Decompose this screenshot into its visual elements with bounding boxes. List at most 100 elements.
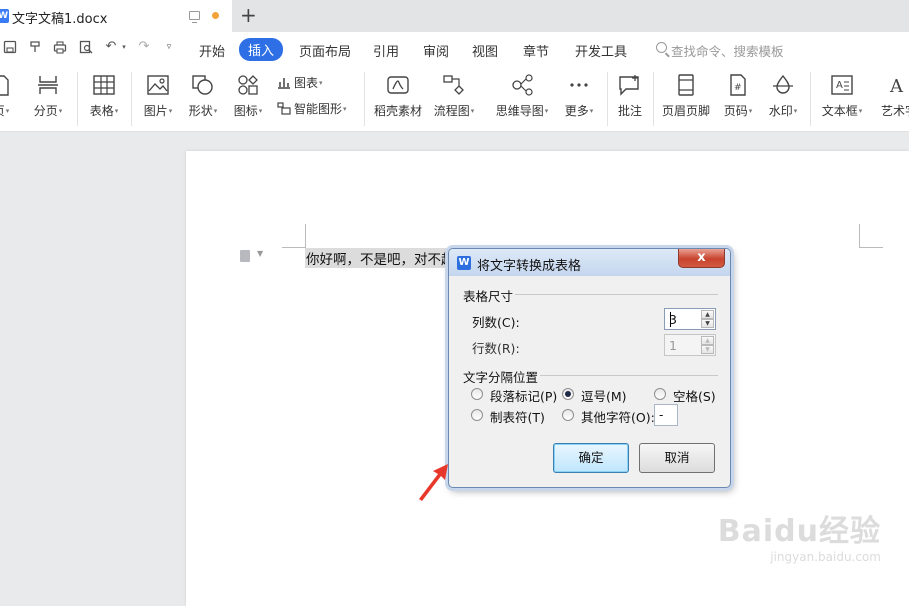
docer-material-icon	[387, 76, 409, 94]
ribbon-more[interactable]: 更多▾	[560, 74, 598, 124]
ribbon-label: 更多▾	[564, 104, 594, 118]
comma-label: 逗号(M)	[581, 389, 627, 404]
rows-value: 1	[669, 338, 677, 353]
save-icon[interactable]	[3, 40, 17, 54]
ribbon-icons[interactable]: 图标▾	[230, 74, 266, 124]
tab-page-layout[interactable]: 页面布局	[299, 41, 351, 60]
ribbon-wordart[interactable]: A 艺术字	[876, 74, 909, 124]
undo-dropdown-icon[interactable]: ▾	[117, 40, 131, 54]
smart-graphic-icon	[277, 102, 291, 115]
tab-review[interactable]: 审阅	[423, 41, 449, 60]
ribbon-label: 文本框▾	[821, 104, 863, 118]
ok-button[interactable]: 确定	[553, 443, 629, 473]
writer-logo-icon: W	[457, 256, 471, 270]
ribbon-label: 分页▾	[33, 104, 63, 118]
writer-logo-icon: W	[0, 9, 9, 23]
monitor-icon[interactable]	[189, 11, 200, 23]
wordart-icon: A	[889, 76, 904, 96]
chart-icon	[278, 78, 290, 89]
ribbon-separator	[607, 72, 608, 126]
spinner-arrows: ▲ ▼	[701, 310, 714, 328]
comma-radio[interactable]	[562, 388, 574, 400]
ribbon-smart-graphic[interactable]: 智能图形▾	[277, 100, 347, 117]
search-icon[interactable]	[656, 42, 667, 53]
watermark-url: jingyan.baidu.com	[770, 550, 881, 564]
other-char-input[interactable]: -	[654, 404, 678, 426]
rows-spinner[interactable]: 1 ▲ ▼	[664, 334, 716, 356]
selected-document-text[interactable]: 你好啊，不是吧，对不起	[305, 248, 456, 268]
margin-corner-mark	[282, 224, 306, 248]
ribbon-textbox[interactable]: A 文本框▾	[818, 74, 866, 124]
page-break-icon	[38, 76, 58, 94]
spinner-arrows: ▲ ▼	[701, 336, 714, 354]
ribbon-label: 表格▾	[89, 104, 119, 118]
ribbon-separator	[653, 72, 654, 126]
ribbon-chart[interactable]: 图表▾	[277, 74, 323, 91]
ribbon-flowchart[interactable]: 流程图▾	[433, 74, 475, 124]
group-divider	[515, 294, 718, 295]
ribbon-comment[interactable]: 批注	[614, 74, 646, 124]
tab-home[interactable]: 开始	[199, 41, 225, 60]
dialog-body: 表格尺寸 列数(C): 3 ▲ ▼ 行数(R): 1 ▲ ▼ 文字分隔位置 段落…	[449, 276, 730, 487]
increment-arrow-icon[interactable]: ▲	[701, 310, 714, 319]
ribbon-blank-page[interactable]: 页▾	[0, 74, 14, 124]
tab-developer[interactable]: 开发工具	[575, 41, 627, 60]
new-tab-button[interactable]: +	[240, 2, 257, 28]
close-button[interactable]: x	[678, 249, 725, 268]
margin-corner-mark	[859, 224, 883, 248]
other-char-radio[interactable]	[562, 409, 574, 421]
tab-section[interactable]: 章节	[523, 41, 549, 60]
ribbon-separator	[810, 72, 811, 126]
document-tab[interactable]: W 文字文稿1.docx	[0, 0, 232, 32]
format-painter-icon[interactable]	[28, 40, 42, 54]
command-search-input[interactable]: 查找命令、搜索模板	[671, 41, 784, 60]
ribbon-mindmap[interactable]: 思维导图▾	[494, 74, 550, 124]
ribbon-docer-material[interactable]: 稻壳素材	[373, 74, 423, 124]
ribbon-shape[interactable]: 形状▾	[185, 74, 221, 124]
tab-insert[interactable]: 插入	[239, 38, 284, 61]
space-radio[interactable]	[654, 388, 666, 400]
decrement-arrow-icon[interactable]: ▼	[701, 319, 714, 328]
annotation-arrow-icon	[419, 464, 448, 501]
paragraph-handle-icon[interactable]	[240, 250, 250, 262]
ribbon-label: 批注	[617, 104, 643, 118]
tab-references[interactable]: 引用	[373, 41, 399, 60]
tab-char-radio[interactable]	[471, 409, 483, 421]
print-icon[interactable]	[53, 40, 67, 54]
increment-arrow-icon[interactable]: ▲	[701, 336, 714, 345]
ribbon-label: 流程图▾	[433, 104, 475, 118]
customize-toolbar-icon[interactable]: ▿	[162, 40, 176, 54]
menu-bar: ↶ ▾ ↷ ▿ 开始 插入 页面布局 引用 审阅 视图 章节 开发工具 查找命令…	[0, 32, 909, 66]
columns-label: 列数(C):	[472, 315, 520, 330]
flowchart-icon	[443, 75, 464, 95]
ribbon-separator	[77, 72, 78, 126]
table-icon	[93, 75, 115, 95]
ribbon-label: 艺术字	[880, 104, 909, 118]
ribbon-table[interactable]: 表格▾	[86, 74, 122, 124]
group-divider	[539, 375, 718, 376]
paragraph-mark-radio[interactable]	[471, 388, 483, 400]
ribbon-page-break[interactable]: 分页▾	[30, 74, 66, 124]
dialog-title: 将文字转换成表格	[477, 259, 582, 274]
ribbon-label: 水印▾	[768, 104, 798, 118]
columns-spinner[interactable]: 3 ▲ ▼	[664, 308, 716, 330]
ribbon-label: 页▾	[0, 104, 10, 118]
ribbon-label: 页码▾	[723, 104, 753, 118]
dialog-title-bar[interactable]: W 将文字转换成表格 x	[449, 249, 730, 276]
undo-icon[interactable]: ↶	[104, 40, 118, 54]
ribbon-watermark[interactable]: 水印▾	[765, 74, 801, 124]
redo-icon[interactable]: ↷	[137, 40, 151, 54]
tab-view[interactable]: 视图	[472, 41, 498, 60]
paragraph-handle-dropdown-icon[interactable]: ▼	[257, 249, 263, 258]
ribbon-separator	[131, 72, 132, 126]
ribbon-header-footer[interactable]: 页眉页脚	[660, 74, 712, 124]
page-icon	[0, 75, 9, 96]
cancel-button[interactable]: 取消	[639, 443, 715, 473]
svg-text:A: A	[836, 80, 843, 91]
ribbon-separator	[364, 72, 365, 126]
ribbon-picture[interactable]: 图片▾	[140, 74, 176, 124]
print-preview-icon[interactable]	[79, 40, 93, 54]
ribbon-page-number[interactable]: # 页码▾	[720, 74, 756, 124]
paragraph-mark-label: 段落标记(P)	[490, 389, 558, 404]
decrement-arrow-icon[interactable]: ▼	[701, 345, 714, 354]
